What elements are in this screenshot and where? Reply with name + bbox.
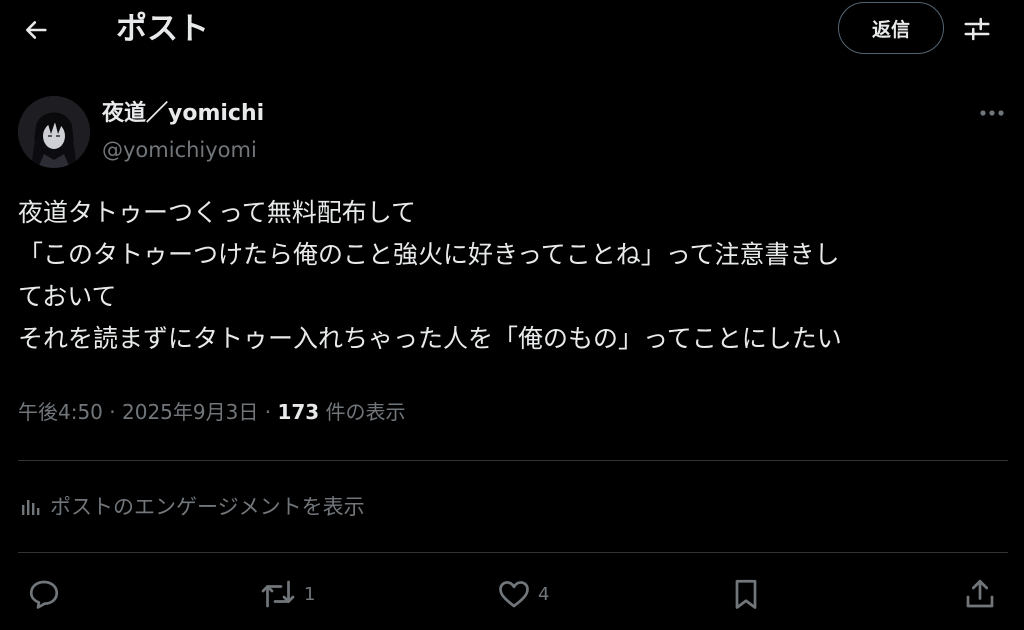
back-button[interactable]: [16, 10, 56, 50]
engagement-label: ポストのエンゲージメントを表示: [50, 495, 365, 519]
reply-button[interactable]: 返信: [838, 2, 944, 54]
bar-chart-icon: [18, 495, 42, 519]
views-count: 173: [277, 400, 320, 424]
like-count: 4: [538, 583, 550, 605]
tweet-line: 「このタトゥーつけたら俺のこと強火に好きってことね」って注意書きし: [18, 240, 840, 269]
tweet-detail-page: ポスト 返信 夜道／yomichi @yomichiyomi 夜道タトゥーつくっ…: [0, 0, 1024, 630]
avatar[interactable]: [18, 96, 90, 168]
views-label: 件の表示: [319, 400, 406, 424]
view-engagement-link[interactable]: ポストのエンゲージメントを表示: [18, 490, 365, 524]
tweet-line: それを読まずにタトゥー入れちゃった人を「俺のもの」ってことにしたい: [18, 324, 842, 353]
meta-separator: ·: [258, 400, 278, 424]
more-horizontal-icon: [978, 108, 1006, 118]
divider: [18, 552, 1008, 553]
heart-icon: [496, 576, 532, 612]
display-name[interactable]: 夜道／yomichi: [102, 100, 264, 128]
meta-separator: ·: [102, 400, 122, 424]
comment-icon: [26, 576, 62, 612]
bookmark-action[interactable]: [728, 572, 770, 616]
repost-count: 1: [304, 583, 316, 605]
post-time[interactable]: 午後4:50: [18, 400, 103, 424]
reply-action[interactable]: [26, 572, 68, 616]
share-icon: [962, 576, 998, 612]
tweet-meta: 午後4:50 · 2025年9月3日 · 173 件の表示: [18, 396, 406, 428]
tweet-line: ておいて: [18, 282, 117, 311]
divider: [18, 460, 1008, 461]
arrow-left-icon: [22, 16, 50, 44]
tweet-text: 夜道タトゥーつくって無料配布して 「このタトゥーつけたら俺のこと強火に好きってこ…: [18, 192, 1013, 360]
like-action[interactable]: 4: [496, 572, 549, 616]
repost-icon: [258, 576, 298, 612]
tweet-line: 夜道タトゥーつくって無料配布して: [18, 198, 417, 227]
header: ポスト 返信: [0, 0, 1024, 58]
bookmark-icon: [728, 576, 764, 612]
sliders-icon: [962, 14, 992, 44]
user-handle[interactable]: @yomichiyomi: [102, 136, 257, 164]
more-button[interactable]: [974, 98, 1010, 128]
page-title: ポスト: [116, 11, 209, 47]
settings-button[interactable]: [956, 8, 998, 50]
repost-action[interactable]: 1: [258, 572, 315, 616]
post-date[interactable]: 2025年9月3日: [122, 400, 258, 424]
share-action[interactable]: [962, 572, 1004, 616]
